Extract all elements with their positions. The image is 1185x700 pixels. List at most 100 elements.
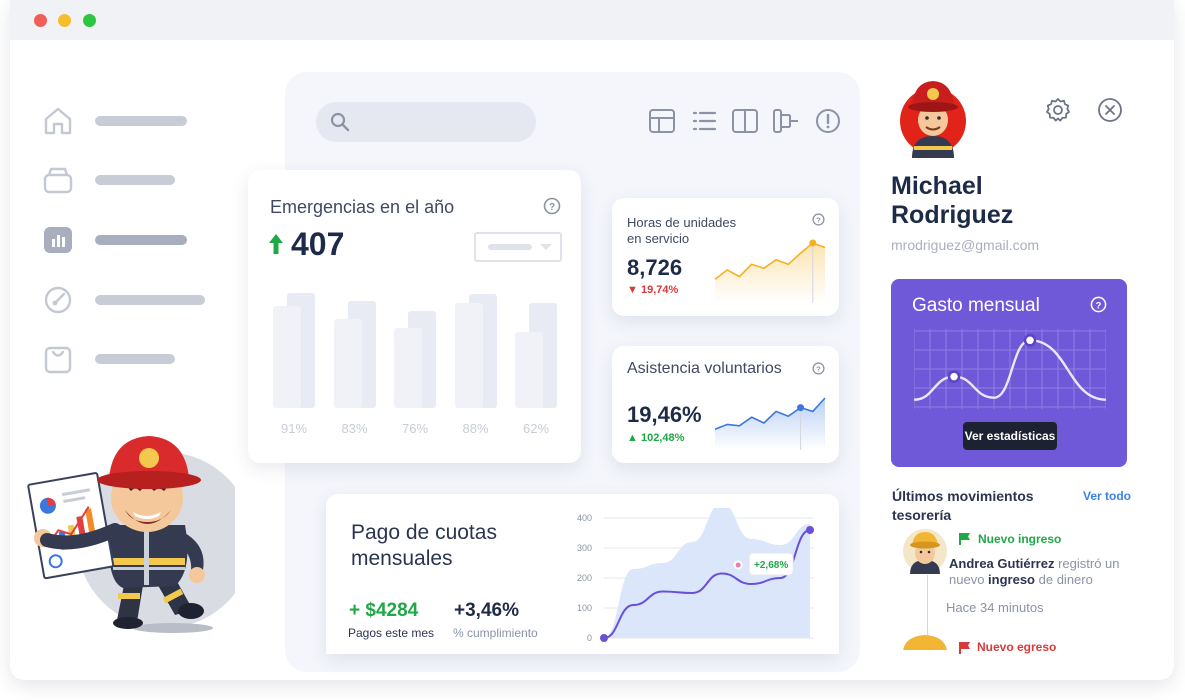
sidebar-item-home[interactable] [42,105,222,137]
user-email: mrodriguez@gmail.com [891,237,1040,253]
movement-avatar-2 [903,635,947,650]
tray-icon [43,167,73,194]
horas-card: Horas de unidades en servicio ? 8,726 ▼ … [612,198,839,316]
svg-text:?: ? [1096,300,1102,311]
bar-label: 91% [280,421,308,436]
asistencia-delta: ▲ 102,48% [627,432,684,444]
asistencia-sparkline [714,397,826,450]
cuotas-title-line-2: mensuales [351,547,453,570]
search-icon [330,112,350,132]
search-input[interactable] [316,102,536,142]
movement-tag-ingreso: Nuevo ingreso [978,532,1062,546]
list-view-icon[interactable] [690,107,718,135]
y-tick-label: 400 [577,513,592,523]
settings-gear-icon[interactable] [1045,97,1071,123]
help-icon[interactable]: ? [812,362,825,375]
chevron-down-icon [540,244,552,250]
ver-todo-link[interactable]: Ver todo [1083,489,1131,503]
sidebar-item-shop[interactable] [42,343,222,375]
asistencia-value: 19,46% [627,402,702,427]
bar-label: 76% [401,421,429,436]
gasto-mensual-card: Gasto mensual ? Ver estadísticas [891,279,1127,467]
timeline-line [927,575,928,643]
close-circle-icon[interactable] [1097,97,1123,123]
cuotas-chart: 400 300 200 100 0 +2,68% [577,508,814,643]
minimize-window-button[interactable] [58,14,71,27]
cuotas-card: Pago de cuotas mensuales + $4284 Pagos e… [326,494,839,654]
help-icon[interactable]: ? [543,197,561,215]
info-alert-icon[interactable] [814,107,842,135]
asistencia-delta-value: 102,48% [640,432,685,444]
cuotas-percent: +3,46% [454,600,519,621]
cuotas-title: Pago de cuotas mensuales [351,520,497,572]
horas-delta-value: 19,74% [640,284,679,296]
caret-down-icon: ▼ [627,284,638,296]
sidebar-label-placeholder [95,175,175,185]
y-tick-label: 300 [577,543,592,553]
bar-label: 62% [522,421,550,436]
tooltip-point [733,560,743,570]
arrow-up-icon [269,234,283,254]
user-first-name: Michael [891,172,983,200]
asistencia-title: Asistencia voluntarios [627,360,782,377]
sidebar-label-placeholder [95,295,205,305]
bar-front [515,331,543,408]
user-name: Michael Rodriguez [891,172,1091,230]
ver-estadisticas-button[interactable]: Ver estadísticas [963,422,1057,450]
columns-view-icon[interactable] [731,107,759,135]
svg-text:?: ? [816,215,820,224]
emergencias-card: Emergencias en el año ? 407 91% 83% 76% 88%… [248,170,581,463]
sidebar-item-speed[interactable] [42,284,222,316]
sidebar-label-placeholder [95,116,187,126]
caret-up-icon: ▲ [627,432,638,444]
y-tick-label: 100 [577,603,592,613]
sparkline-point [797,404,805,412]
shopping-bag-icon [44,346,72,374]
sidebar-item-stats[interactable] [42,224,222,256]
movement-time: Hace 34 minutos [946,600,1044,615]
movement-person: Andrea Gutiérrez [949,556,1055,571]
home-icon [44,107,72,135]
table-view-icon[interactable] [648,107,676,135]
bar-front [394,328,422,408]
red-flag-icon [959,642,970,654]
hierarchy-icon[interactable] [772,107,800,135]
period-dropdown[interactable] [474,232,562,262]
y-tick-label: 0 [587,633,592,643]
help-icon[interactable]: ? [1090,296,1107,313]
window-titlebar [10,0,1174,40]
movimientos-title: Últimos movimientos tesorería [892,488,1034,523]
bar-chart-icon [44,227,72,253]
movement-description: Andrea Gutiérrez registró un nuevo ingre… [949,556,1149,588]
sparkline-area [715,398,825,450]
firefighter-mascot-illustration [27,436,235,633]
user-avatar[interactable] [898,76,968,158]
asistencia-card: Asistencia voluntarios ? 19,46% ▲ 102,48… [612,346,839,463]
wave-point [947,370,961,383]
cuotas-amount-label: Pagos este mes [348,626,435,640]
emergencias-value: 407 [291,226,345,262]
user-last-name: Rodriguez [891,201,1014,229]
horas-delta: ▼ 19,74% [627,284,678,296]
emergencias-title: Emergencias en el año [270,197,455,217]
bar-label: 83% [341,421,368,436]
maximize-window-button[interactable] [83,14,96,27]
svg-text:?: ? [816,364,820,373]
bar-label: 88% [462,421,489,436]
horas-sparkline [714,239,826,303]
close-window-button[interactable] [34,14,47,27]
movement-keyword: ingreso [988,572,1036,587]
bar-front [273,305,301,408]
cuotas-percent-label: % cumplimiento [453,626,538,640]
movement-tag-egreso: Nuevo egreso [977,640,1057,654]
gauge-icon [44,286,72,314]
bar-front [333,319,362,408]
cuotas-amount: + $4284 [349,600,419,621]
sidebar-item-inbox[interactable] [42,164,222,196]
gasto-title: Gasto mensual [912,295,1040,316]
tooltip-text: +2,68% [754,560,788,571]
sidebar-label-placeholder [95,235,187,245]
wave-point [1023,334,1037,347]
help-icon[interactable]: ? [812,213,825,226]
line-end-point [806,526,814,534]
